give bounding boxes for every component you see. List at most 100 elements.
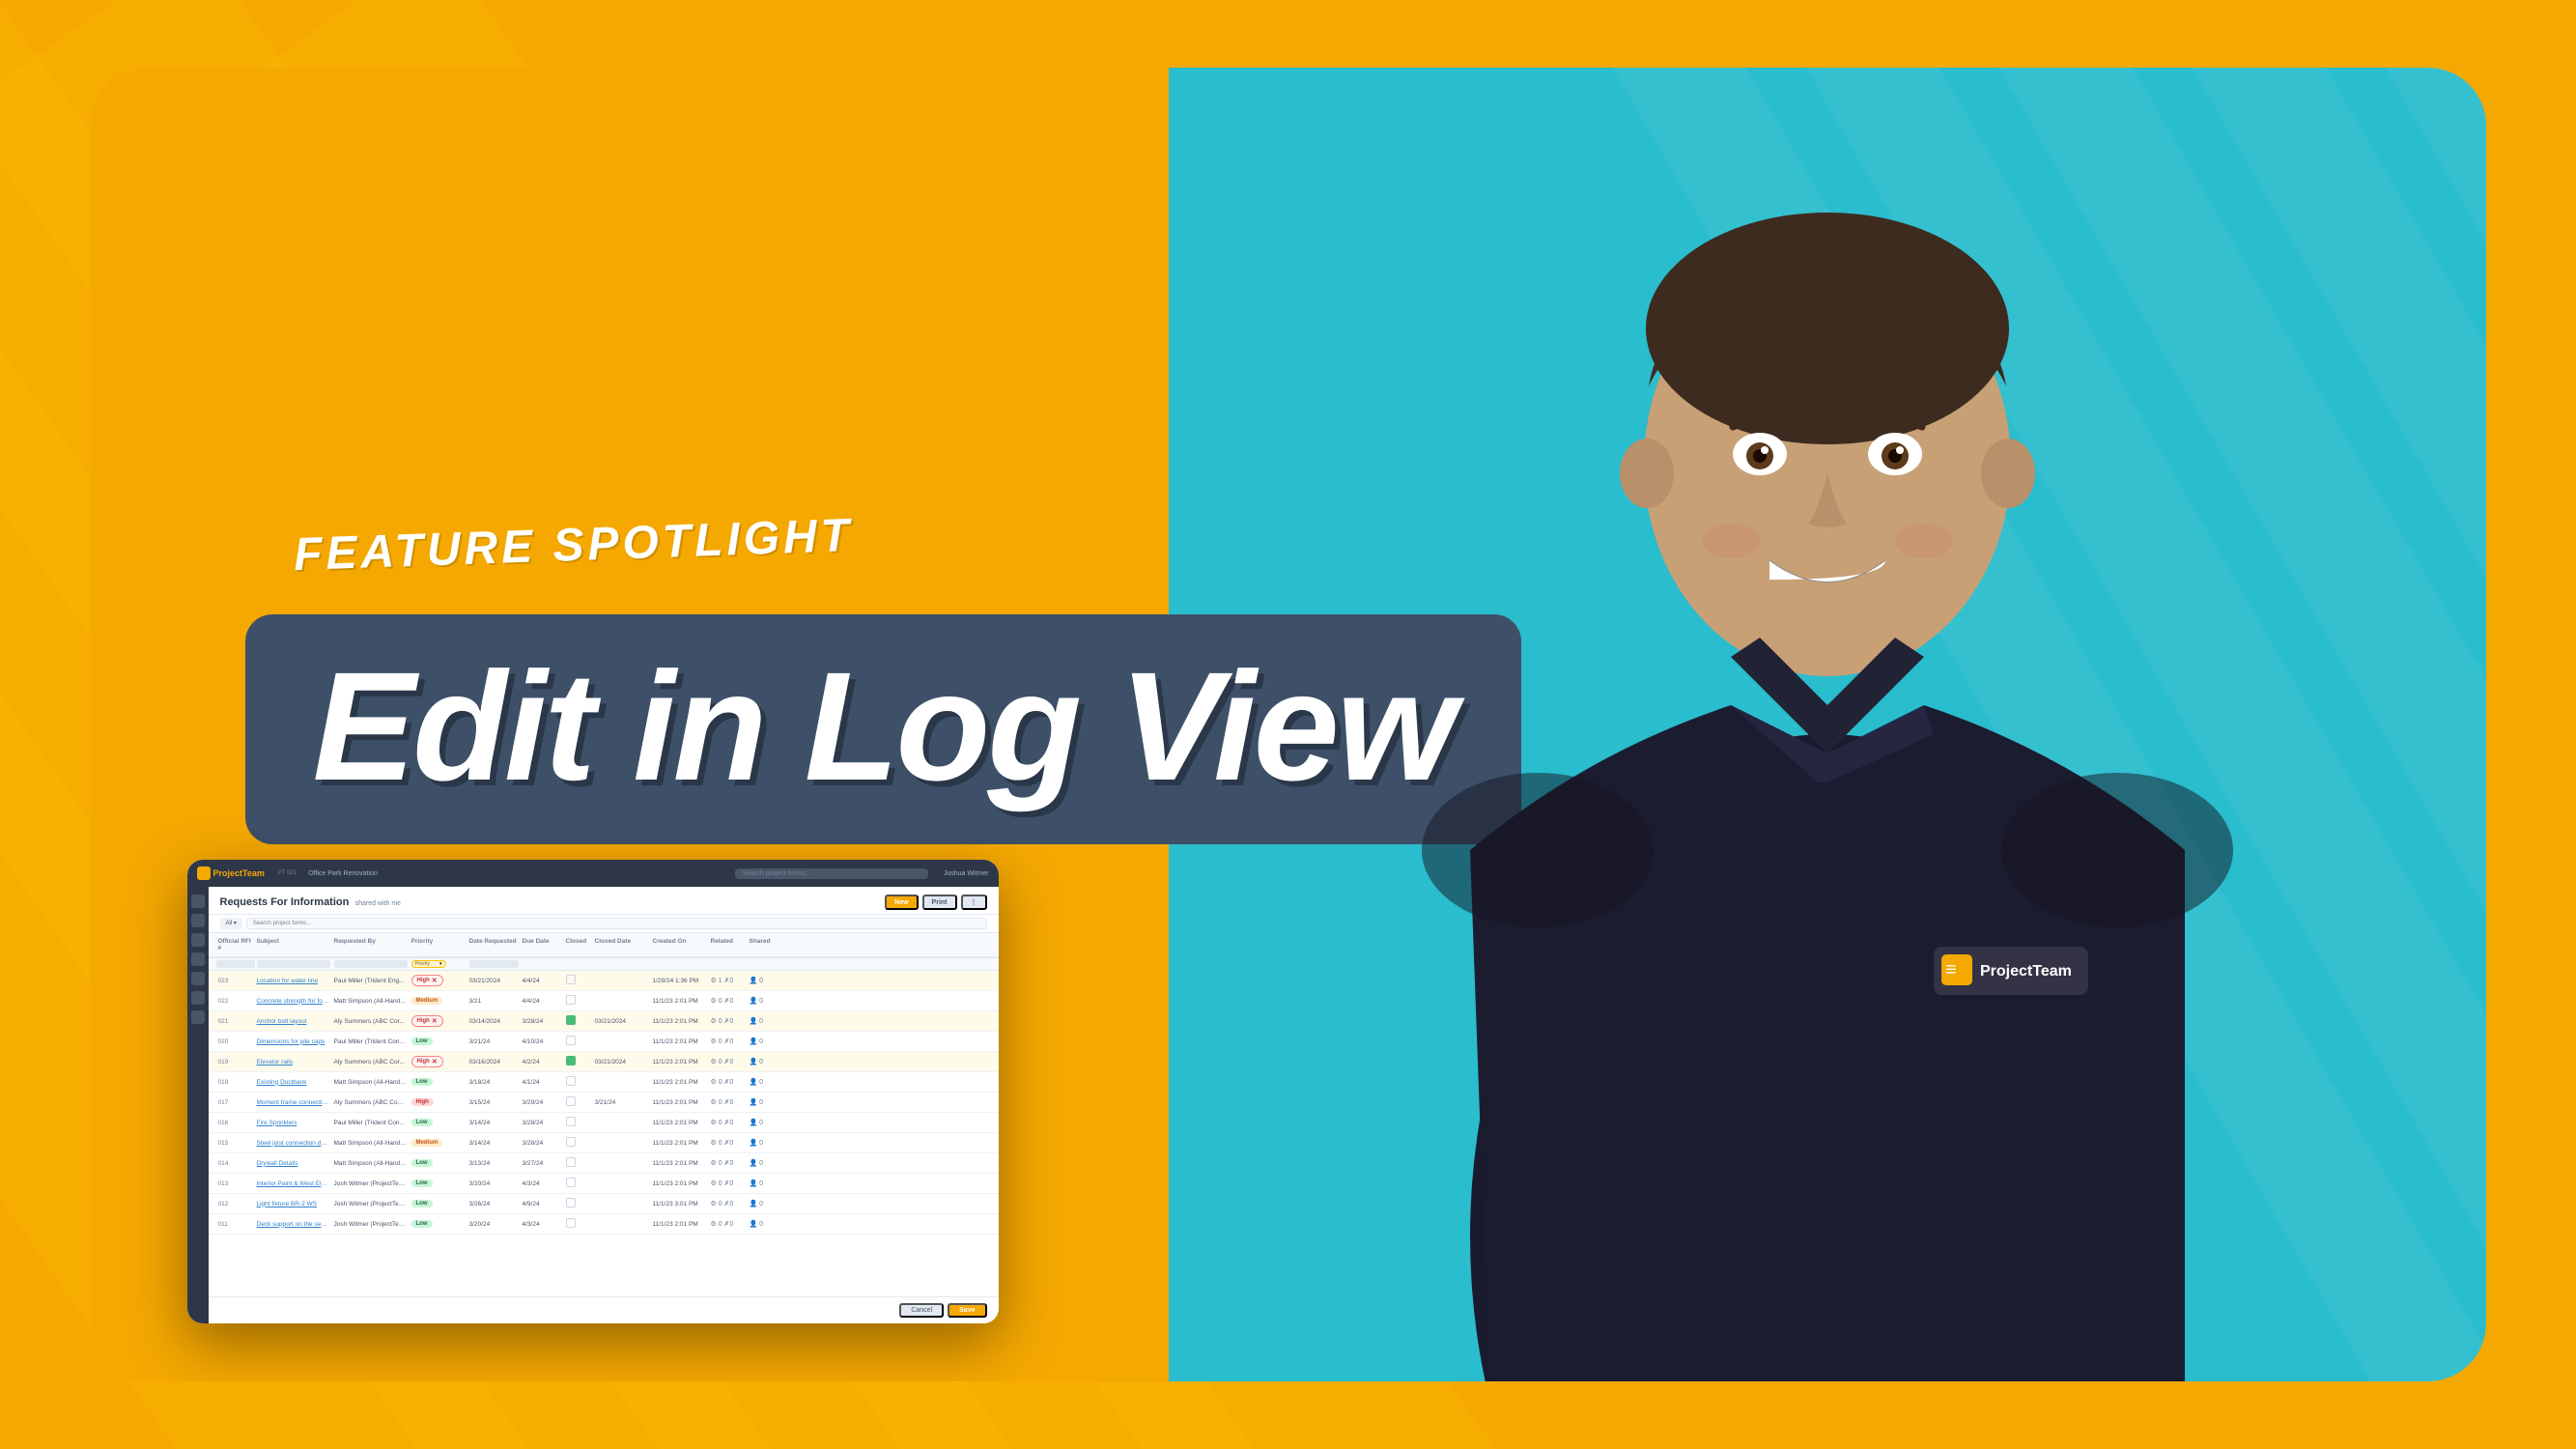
ui-page-header: Requests For Information shared with me … xyxy=(209,887,999,915)
td-011-priority[interactable]: Low xyxy=(410,1218,467,1230)
td-012-priority[interactable]: Low xyxy=(410,1198,467,1209)
table-row-011[interactable]: 011 Deck support on the second floor Jos… xyxy=(209,1214,999,1235)
td-015-priority[interactable]: Medium xyxy=(410,1137,467,1149)
checkbox-020[interactable] xyxy=(566,1036,576,1045)
dots-button[interactable]: ⋮ xyxy=(961,895,987,910)
filter-all[interactable]: All ▾ xyxy=(220,918,242,929)
th-closed-date: Closed Date xyxy=(593,936,651,953)
ui-project-id: PT 001 xyxy=(278,870,297,876)
sidebar-item-2[interactable] xyxy=(191,914,205,927)
td-017-created: 11/1/23 2:01 PM xyxy=(651,1097,709,1108)
td-018-subject[interactable]: Existing Ductbank xyxy=(255,1077,332,1088)
td-016-shared: 👤 0 xyxy=(748,1117,777,1128)
td-016-requestedby: Paul Miller (Trident Construction...) xyxy=(332,1118,410,1128)
td-019-id: 019 xyxy=(216,1057,255,1067)
td-016-subject[interactable]: Fire Sprinklers xyxy=(255,1118,332,1128)
td-021-priority[interactable]: High ✕ xyxy=(410,1013,467,1029)
save-button[interactable]: Save xyxy=(948,1303,986,1318)
checkbox-015[interactable] xyxy=(566,1137,576,1147)
td-023-subject[interactable]: Location for water line xyxy=(255,976,332,986)
td-011-subject[interactable]: Deck support on the second floor xyxy=(255,1219,332,1230)
checkbox-018[interactable] xyxy=(566,1076,576,1086)
td-019-datereq: 03/16/2024 xyxy=(467,1057,521,1067)
td-017-subject[interactable]: Moment frame connections xyxy=(255,1097,332,1108)
table-row-012[interactable]: 012 Light fixture BR-2 WS Josh Witmer (P… xyxy=(209,1194,999,1214)
new-button[interactable]: New xyxy=(885,895,918,910)
cancel-button[interactable]: Cancel xyxy=(899,1303,944,1318)
table-row-014[interactable]: 014 Drywall Details Matt Simpson (All-Ha… xyxy=(209,1153,999,1174)
table-row-021[interactable]: 021 Anchor bolt layout Aly Summers (ABC … xyxy=(209,1011,999,1032)
td-022-priority[interactable]: Medium xyxy=(410,995,467,1007)
print-button[interactable]: Print xyxy=(922,895,957,910)
filter-cell-1[interactable] xyxy=(216,960,255,968)
td-015-subject[interactable]: Steel joist connection detail xyxy=(255,1138,332,1149)
table-row-020[interactable]: 020 Dimensions for pile caps Paul Miller… xyxy=(209,1032,999,1052)
checkbox-011[interactable] xyxy=(566,1218,576,1228)
priority-021-clear[interactable]: ✕ xyxy=(432,1017,438,1025)
sidebar-item-3[interactable] xyxy=(191,933,205,947)
td-019-priority[interactable]: High ✕ xyxy=(410,1054,467,1069)
table-row-022[interactable]: 022 Concrete strength for footings Matt … xyxy=(209,991,999,1011)
table-row-019[interactable]: 019 Elevator rails Aly Summers (ABC Cor.… xyxy=(209,1052,999,1072)
td-014-priority[interactable]: Low xyxy=(410,1157,467,1169)
checkbox-021[interactable] xyxy=(566,1015,576,1025)
sidebar-item-1[interactable] xyxy=(191,895,205,908)
td-012-subject[interactable]: Light fixture BR-2 WS xyxy=(255,1199,332,1209)
priority-filter[interactable]: Priority ▾ xyxy=(411,960,446,968)
filter-cell-5[interactable] xyxy=(469,960,519,968)
td-013-subject[interactable]: Interior Paint & West Elevation xyxy=(255,1179,332,1189)
checkbox-017[interactable] xyxy=(566,1096,576,1106)
td-016-priority[interactable]: Low xyxy=(410,1117,467,1128)
td-013-due: 4/3/24 xyxy=(521,1179,564,1189)
td-021-subject[interactable]: Anchor bolt layout xyxy=(255,1016,332,1027)
priority-014: Low xyxy=(411,1159,433,1167)
table-row-018[interactable]: 018 Existing Ductbank Matt Simpson (All-… xyxy=(209,1072,999,1093)
checkbox-023[interactable] xyxy=(566,975,576,984)
td-018-priority[interactable]: Low xyxy=(410,1076,467,1088)
priority-012: Low xyxy=(411,1200,433,1208)
sidebar-item-7[interactable] xyxy=(191,1010,205,1024)
table-row-016[interactable]: 016 Fire Sprinklers Paul Miller (Trident… xyxy=(209,1113,999,1133)
ui-search-bar[interactable]: Search project forms... xyxy=(735,868,928,879)
td-022-subject[interactable]: Concrete strength for footings xyxy=(255,996,332,1007)
checkbox-019[interactable] xyxy=(566,1056,576,1065)
td-014-subject[interactable]: Drywall Details xyxy=(255,1158,332,1169)
checkbox-012[interactable] xyxy=(566,1198,576,1208)
filter-cell-3[interactable] xyxy=(334,960,408,968)
checkbox-013[interactable] xyxy=(566,1178,576,1187)
td-023-priority[interactable]: High ✕ xyxy=(410,973,467,988)
sidebar-item-4[interactable] xyxy=(191,952,205,966)
td-012-due: 4/9/24 xyxy=(521,1199,564,1209)
td-022-requestedby: Matt Simpson (All-Hands Engineering) xyxy=(332,996,410,1007)
td-017-priority[interactable]: High xyxy=(410,1096,467,1108)
table-row-013[interactable]: 013 Interior Paint & West Elevation Josh… xyxy=(209,1174,999,1194)
td-020-subject[interactable]: Dimensions for pile caps xyxy=(255,1037,332,1047)
td-020-id: 020 xyxy=(216,1037,255,1047)
td-023-shared: 👤 0 xyxy=(748,975,777,986)
td-015-closed xyxy=(564,1135,593,1151)
td-020-priority[interactable]: Low xyxy=(410,1036,467,1047)
filter-row: Priority ▾ xyxy=(209,958,999,971)
filter-search[interactable]: Search project forms... xyxy=(246,918,987,929)
table-row-023[interactable]: 023 Location for water line Paul Miller … xyxy=(209,971,999,991)
td-019-created: 11/1/23 2:01 PM xyxy=(651,1057,709,1067)
td-019-subject[interactable]: Elevator rails xyxy=(255,1057,332,1067)
td-022-due: 4/4/24 xyxy=(521,996,564,1007)
filter-cell-2[interactable] xyxy=(257,960,330,968)
sidebar-item-6[interactable] xyxy=(191,991,205,1005)
td-013-priority[interactable]: Low xyxy=(410,1178,467,1189)
td-023-requestedby: Paul Miller (Trident Eng... xyxy=(332,976,410,986)
priority-019-clear[interactable]: ✕ xyxy=(432,1058,438,1065)
checkbox-022[interactable] xyxy=(566,995,576,1005)
priority-023-clear[interactable]: ✕ xyxy=(432,977,438,984)
checkbox-014[interactable] xyxy=(566,1157,576,1167)
ui-table-header: Official RFI # Subject Requested By Prio… xyxy=(209,933,999,958)
sidebar-item-5[interactable] xyxy=(191,972,205,985)
td-011-id: 011 xyxy=(216,1219,255,1230)
td-011-requestedby: Josh Witmer (ProjectTeam) xyxy=(332,1219,410,1230)
table-row-017[interactable]: 017 Moment frame connections Aly Summers… xyxy=(209,1093,999,1113)
td-011-shared: 👤 0 xyxy=(748,1218,777,1230)
checkbox-016[interactable] xyxy=(566,1117,576,1126)
table-row-015[interactable]: 015 Steel joist connection detail Matt S… xyxy=(209,1133,999,1153)
td-017-due: 3/29/24 xyxy=(521,1097,564,1108)
